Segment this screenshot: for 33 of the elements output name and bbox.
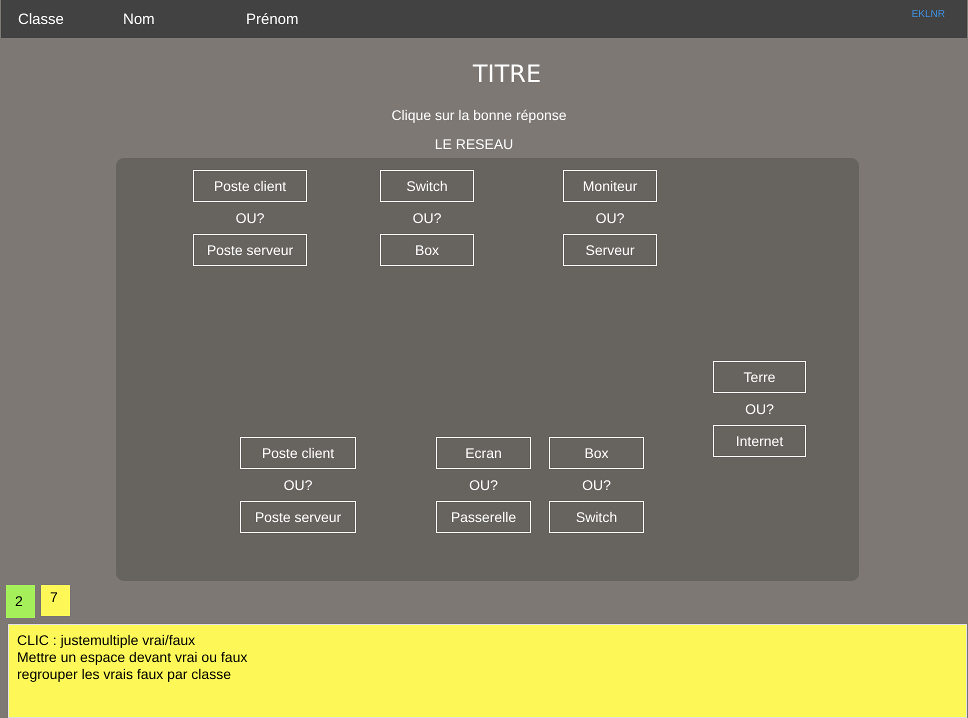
- answer-option[interactable]: Box: [380, 234, 474, 266]
- note-line: regrouper les vrais faux par classe: [17, 666, 232, 683]
- column-label: Classe: [18, 10, 65, 28]
- column-label: Prénom: [246, 10, 299, 28]
- answer-option[interactable]: Internet: [713, 425, 806, 457]
- answer-option[interactable]: Serveur: [563, 234, 657, 266]
- code-label: EKLNR: [912, 9, 945, 20]
- answer-option[interactable]: Poste serveur: [240, 501, 356, 533]
- or-label: OU?: [236, 209, 264, 228]
- page-title: TITRE: [472, 60, 542, 90]
- instruction-text: Clique sur la bonne réponse: [390, 107, 568, 123]
- answer-option[interactable]: Terre: [713, 361, 806, 393]
- answer-option[interactable]: Poste serveur: [193, 234, 307, 266]
- answer-option[interactable]: Ecran: [436, 437, 531, 469]
- column-label: Nom: [123, 10, 156, 28]
- note-line: CLIC : justemultiple vrai/faux: [17, 632, 196, 649]
- or-label: OU?: [469, 476, 498, 495]
- note-line: Mettre un espace devant vrai ou faux: [17, 649, 248, 666]
- or-label: OU?: [582, 476, 611, 495]
- counter-badge: 7: [41, 585, 70, 616]
- answer-option[interactable]: Moniteur: [563, 170, 657, 202]
- or-label: OU?: [745, 400, 774, 419]
- or-label: OU?: [596, 209, 624, 228]
- answer-option[interactable]: Box: [549, 437, 644, 469]
- counter-badge: 2: [6, 585, 35, 618]
- answer-option[interactable]: Switch: [380, 170, 474, 202]
- answer-option[interactable]: Passerelle: [436, 501, 531, 533]
- or-label: OU?: [284, 476, 312, 495]
- answer-option[interactable]: Poste client: [240, 437, 356, 469]
- section-title: LE RESEAU: [434, 136, 514, 152]
- answer-option[interactable]: Poste client: [193, 170, 307, 202]
- or-label: OU?: [412, 209, 442, 228]
- answer-option[interactable]: Switch: [549, 501, 644, 533]
